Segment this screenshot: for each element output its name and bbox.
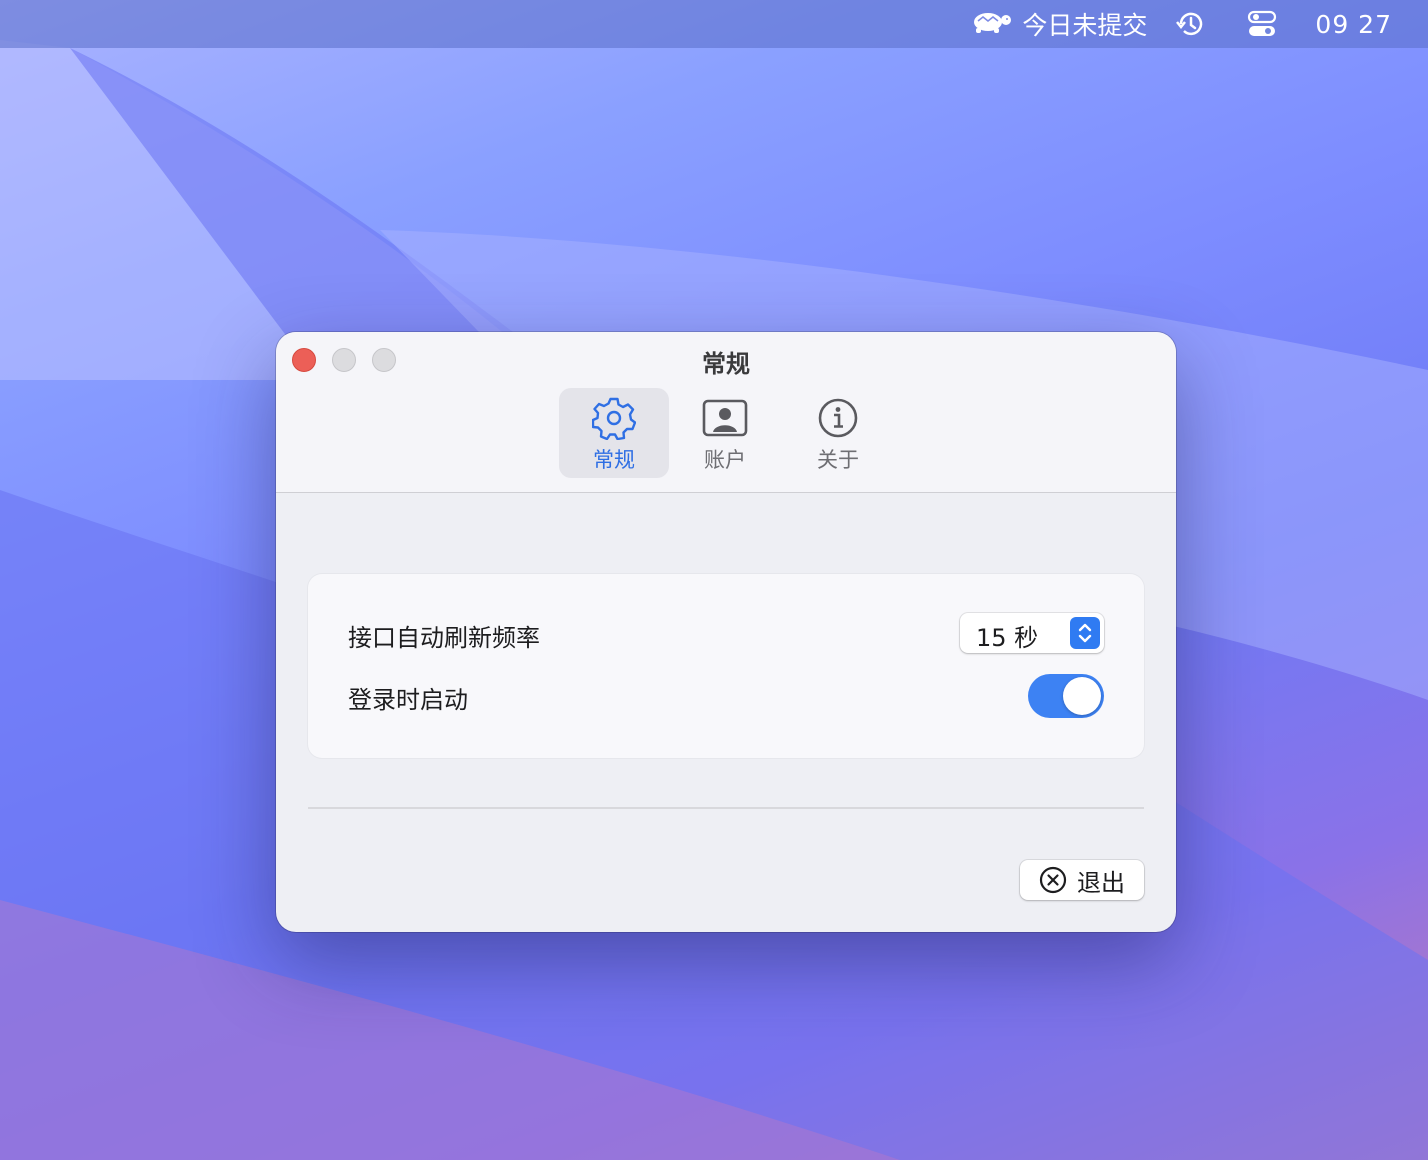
settings-card: 接口自动刷新频率 15 秒 登录时启动 — [308, 574, 1144, 758]
person-icon — [701, 396, 749, 440]
menubar-status-item[interactable]: 今日未提交 — [968, 0, 1147, 48]
launch-at-login-toggle[interactable] — [1028, 674, 1104, 718]
tab-general[interactable]: 常规 — [559, 388, 669, 478]
window-title: 常规 — [702, 350, 750, 378]
refresh-frequency-select[interactable]: 15 秒 — [960, 613, 1104, 653]
quit-button[interactable]: 退出 — [1020, 860, 1144, 900]
refresh-frequency-value: 15 秒 — [976, 624, 1039, 652]
gear-icon — [592, 396, 636, 440]
refresh-frequency-label: 接口自动刷新频率 — [348, 624, 540, 652]
control-center-icon[interactable] — [1247, 0, 1277, 48]
turtle-icon — [968, 8, 1014, 40]
tab-about-label: 关于 — [817, 448, 859, 472]
quit-button-label: 退出 — [1077, 868, 1125, 897]
desktop: 今日未提交 09 27 常规 常规 账户 关于 接口自动刷新频率 15 秒 登录… — [0, 0, 1428, 1160]
info-icon — [817, 396, 859, 440]
menubar-status-text: 今日未提交 — [1022, 11, 1148, 40]
tab-account[interactable]: 账户 — [670, 388, 780, 478]
xmark-circle-icon — [1039, 866, 1067, 894]
menu-bar: 今日未提交 09 27 — [0, 0, 1428, 48]
tab-account-label: 账户 — [704, 448, 746, 472]
divider — [308, 807, 1144, 809]
launch-at-login-label: 登录时启动 — [348, 686, 468, 714]
history-clock-icon[interactable] — [1175, 0, 1207, 48]
preferences-toolbar: 常规 账户 关于 — [276, 388, 1176, 478]
menubar-clock[interactable]: 09 27 — [1315, 0, 1392, 48]
chevron-up-down-icon — [1070, 617, 1100, 649]
window-titlebar: 常规 常规 账户 关于 — [276, 332, 1176, 493]
tab-about[interactable]: 关于 — [783, 388, 893, 478]
tab-general-label: 常规 — [593, 448, 635, 472]
toggle-knob — [1063, 677, 1101, 715]
settings-window: 常规 常规 账户 关于 接口自动刷新频率 15 秒 登录时启动 退出 — [276, 332, 1176, 932]
